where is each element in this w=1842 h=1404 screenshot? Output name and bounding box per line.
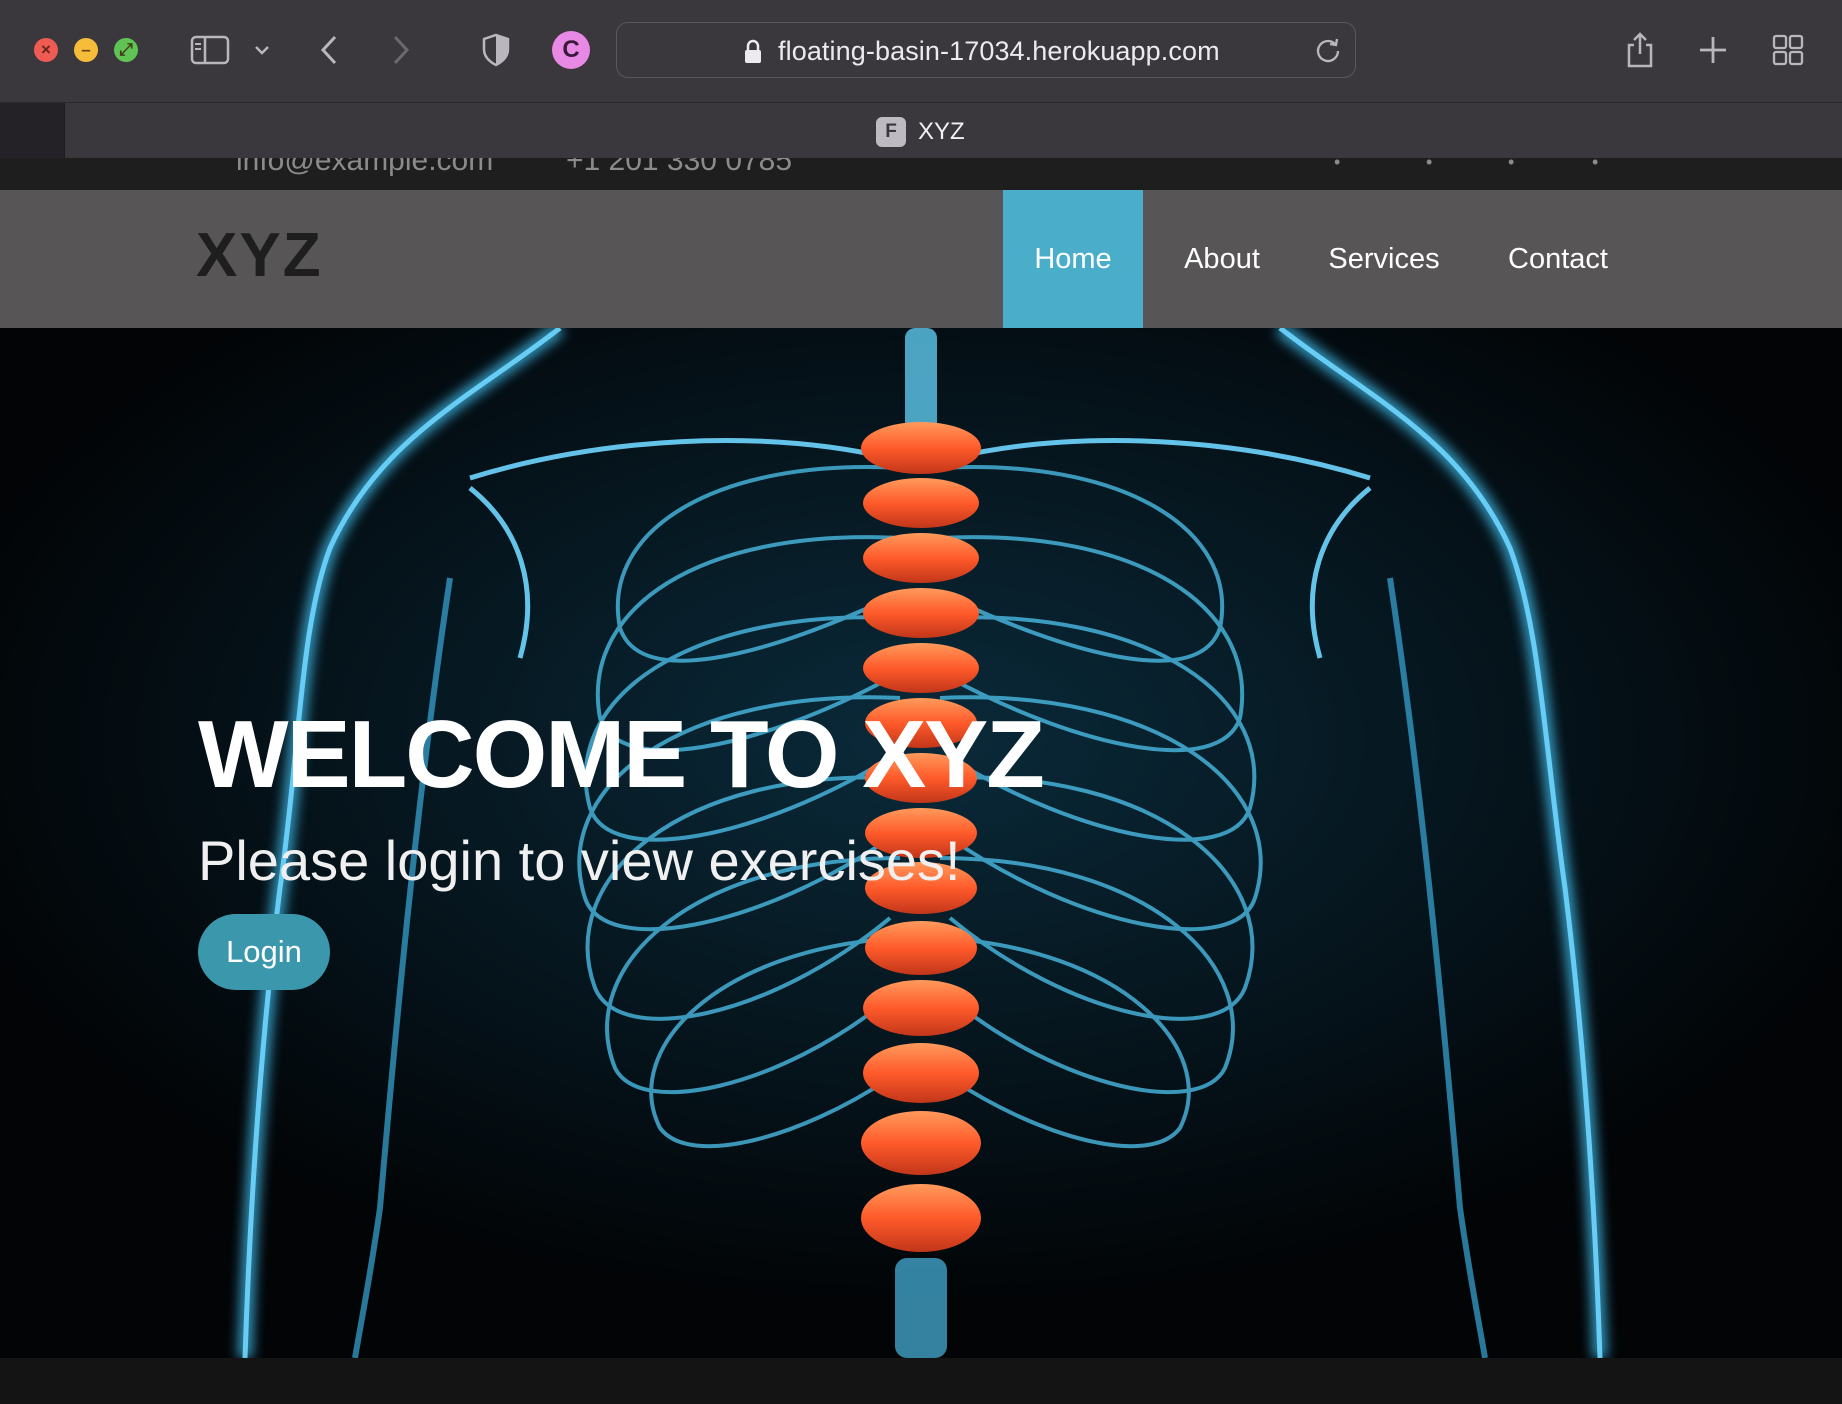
tab-overview-button[interactable] <box>1770 25 1806 75</box>
forward-button[interactable] <box>386 25 416 75</box>
site-logo[interactable]: XYZ <box>196 220 323 291</box>
web-page: info@example.com +1 201 330 0785 • • • •… <box>0 158 1842 1404</box>
pinned-tab-area[interactable] <box>0 103 65 159</box>
instagram-icon[interactable]: • <box>1508 158 1522 172</box>
profile-letter: C <box>562 36 580 63</box>
reload-icon[interactable] <box>1313 35 1343 65</box>
plus-icon <box>1700 37 1726 63</box>
address-bar[interactable]: floating-basin-17034.herokuapp.com <box>616 22 1356 78</box>
tab-bar: F XYZ <box>0 102 1842 159</box>
profile-avatar: C <box>552 31 590 69</box>
close-window-button[interactable]: × <box>34 38 58 62</box>
shield-icon <box>482 33 510 67</box>
grid-icon <box>1772 34 1804 66</box>
contact-topbar: info@example.com +1 201 330 0785 • • • • <box>0 158 1842 190</box>
facebook-icon[interactable]: • <box>1426 158 1440 172</box>
page-bottom-strip <box>0 1358 1842 1404</box>
hero-title: WELCOME TO XYZ <box>198 701 1045 808</box>
nav-services[interactable]: Services <box>1316 190 1452 328</box>
minimize-window-button[interactable]: – <box>74 38 98 62</box>
browser-chrome: × – ⤢ C floating-basin-17034.herokuapp.c… <box>0 0 1842 159</box>
nav-home[interactable]: Home <box>1003 190 1143 328</box>
main-navbar: XYZ Home About Services Contact <box>0 190 1842 328</box>
tab-title[interactable]: XYZ <box>918 118 965 146</box>
nav-about[interactable]: About <box>1163 190 1281 328</box>
topbar-email[interactable]: info@example.com <box>236 158 493 178</box>
minimize-icon: – <box>81 40 91 59</box>
chevron-left-icon <box>320 35 337 65</box>
lock-icon <box>745 39 761 63</box>
privacy-report-button[interactable] <box>478 25 514 75</box>
hero-section: WELCOME TO XYZ Please login to view exer… <box>0 328 1842 1358</box>
share-icon <box>1627 32 1653 68</box>
sidebar-toggle-button[interactable] <box>186 25 234 75</box>
sidebar-icon <box>190 35 230 65</box>
linkedin-icon[interactable]: • <box>1592 158 1606 172</box>
twitter-icon[interactable]: • <box>1334 158 1348 172</box>
fullscreen-icon: ⤢ <box>119 40 133 59</box>
chevron-down-icon <box>255 46 269 55</box>
fullscreen-window-button[interactable]: ⤢ <box>114 38 138 62</box>
tab-favicon: F <box>876 117 906 147</box>
close-icon: × <box>41 40 51 59</box>
hero-subtitle: Please login to view exercises! <box>198 829 961 892</box>
login-button[interactable]: Login <box>198 914 330 990</box>
back-button[interactable] <box>314 25 344 75</box>
chevron-right-icon <box>393 35 410 65</box>
topbar-phone[interactable]: +1 201 330 0785 <box>566 158 792 178</box>
profile-extension-button[interactable]: C <box>550 25 592 75</box>
url-text: floating-basin-17034.herokuapp.com <box>778 36 1220 66</box>
browser-toolbar: × – ⤢ C floating-basin-17034.herokuapp.c… <box>0 0 1842 102</box>
share-button[interactable] <box>1622 25 1658 75</box>
nav-contact[interactable]: Contact <box>1490 190 1626 328</box>
new-tab-button[interactable] <box>1696 25 1730 75</box>
sidebar-menu-button[interactable] <box>250 25 274 75</box>
